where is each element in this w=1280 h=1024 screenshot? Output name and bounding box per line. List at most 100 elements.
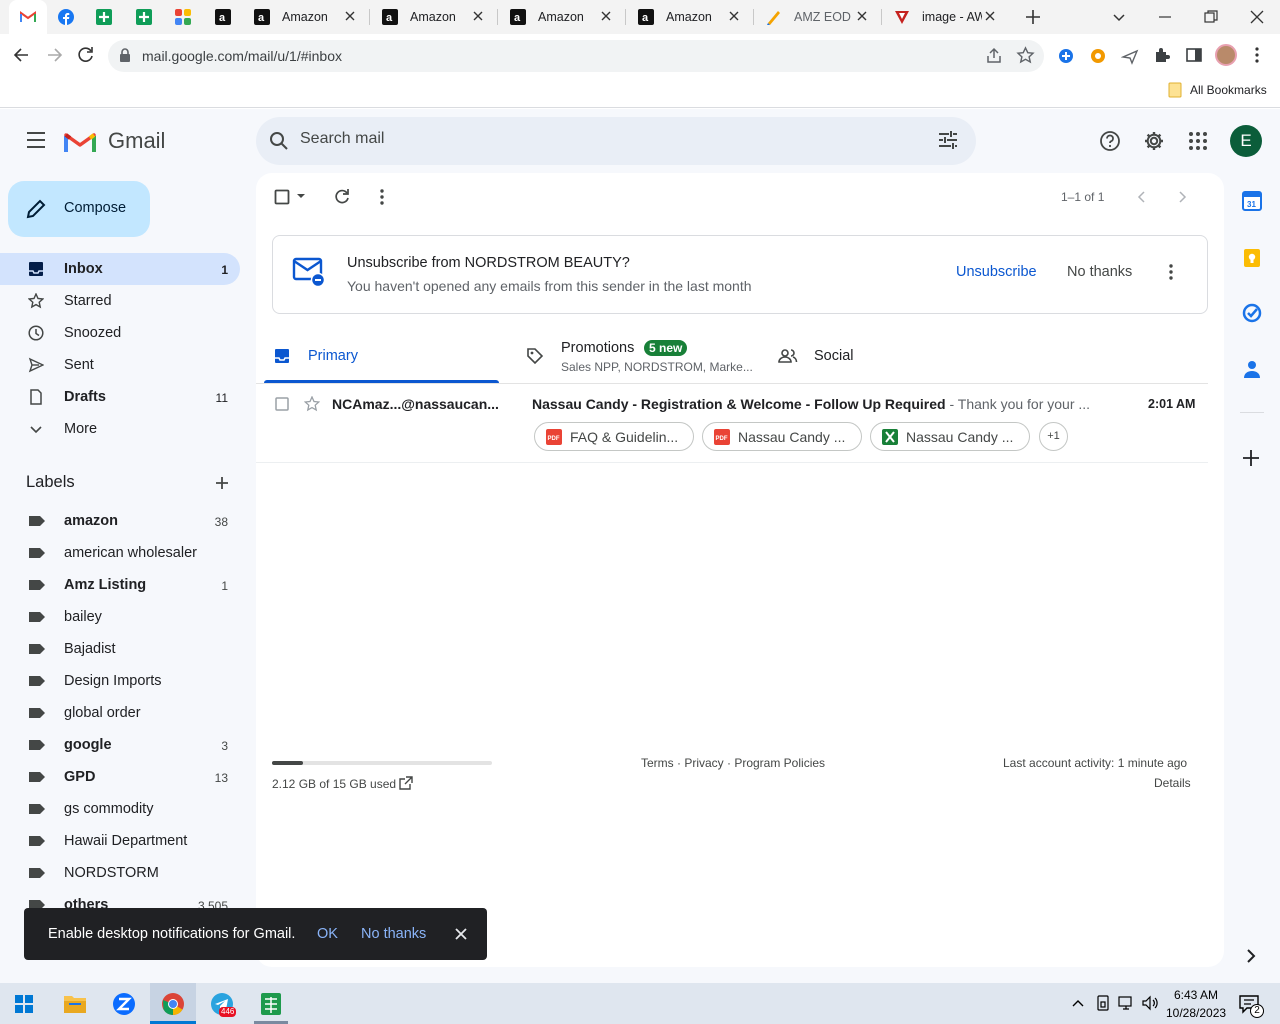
tab-primary[interactable]: Primary <box>264 332 499 384</box>
extension-blue-icon[interactable] <box>1057 47 1075 65</box>
newer-chevron-right-icon[interactable] <box>1176 190 1188 204</box>
older-chevron-left-icon[interactable] <box>1136 190 1148 204</box>
taskbar-date[interactable]: 10/28/2023 <box>1166 1006 1226 1020</box>
tab-amazon-pinned[interactable]: a <box>204 0 242 34</box>
tab-amazon-1[interactable]: a Amazon <box>242 0 370 34</box>
search-options-sliders-icon[interactable] <box>938 131 958 149</box>
url-text[interactable]: mail.google.com/mail/u/1/#inbox <box>142 48 342 64</box>
toast-no-thanks-button[interactable]: No thanks <box>361 926 426 942</box>
device-icon[interactable] <box>1095 995 1111 1011</box>
tab-amazon-2[interactable]: a Amazon <box>370 0 498 34</box>
gmail-wordmark[interactable]: Gmail <box>108 128 165 154</box>
nav-drafts[interactable]: Drafts 11 <box>0 381 240 413</box>
lock-icon[interactable] <box>119 48 131 62</box>
hamburger-menu-icon[interactable] <box>26 131 46 149</box>
extension-plane-icon[interactable] <box>1121 47 1139 65</box>
select-dropdown-caret-icon[interactable] <box>296 193 306 199</box>
close-tab-icon[interactable] <box>856 10 868 22</box>
toast-ok-button[interactable]: OK <box>317 926 338 942</box>
label-item[interactable]: google 3 <box>0 729 240 761</box>
label-item[interactable]: GPD 13 <box>0 761 240 793</box>
email-checkbox[interactable] <box>275 397 289 411</box>
label-item[interactable]: amazon 38 <box>0 505 240 537</box>
google-apps-grid-icon[interactable] <box>1188 131 1208 151</box>
tab-social[interactable]: Social <box>772 332 1012 384</box>
select-all-checkbox[interactable] <box>274 189 290 205</box>
tab-apps[interactable] <box>164 0 202 34</box>
nav-sent[interactable]: Sent <box>0 349 240 381</box>
toast-close-icon[interactable] <box>454 927 468 941</box>
calendar-icon[interactable]: 31 <box>1242 191 1262 211</box>
extension-orange-icon[interactable] <box>1089 47 1107 65</box>
tab-image-aws[interactable]: image - AW <box>882 0 1010 34</box>
show-side-panel-chevron-icon[interactable] <box>1244 948 1258 964</box>
tab-amazon-3[interactable]: a Amazon <box>498 0 626 34</box>
nav-inbox[interactable]: Inbox 1 <box>0 253 240 285</box>
gmail-logo-icon[interactable] <box>64 130 96 154</box>
search-icon[interactable] <box>269 131 289 151</box>
forward-arrow-icon[interactable] <box>44 45 64 65</box>
get-addons-plus-icon[interactable] <box>1242 449 1260 467</box>
show-hidden-icons-chevron-up-icon[interactable] <box>1071 997 1085 1009</box>
settings-gear-icon[interactable] <box>1143 130 1165 152</box>
close-window-icon[interactable] <box>1246 6 1268 28</box>
nav-more[interactable]: More <box>0 413 240 445</box>
tab-amazon-4[interactable]: a Amazon <box>626 0 754 34</box>
tab-search-chevron-icon[interactable] <box>1108 6 1130 28</box>
unsubscribe-button[interactable]: Unsubscribe <box>956 264 1037 280</box>
star-icon[interactable] <box>304 396 320 412</box>
tab-facebook[interactable] <box>47 0 85 34</box>
nav-starred[interactable]: Starred <box>0 285 240 317</box>
close-tab-icon[interactable] <box>600 10 612 22</box>
tab-sheets-2[interactable] <box>125 0 163 34</box>
extensions-puzzle-icon[interactable] <box>1153 46 1171 64</box>
tab-gmail[interactable] <box>9 0 47 34</box>
close-tab-icon[interactable] <box>344 10 356 22</box>
attachment-chip[interactable]: PDF Nassau Candy ... <box>702 422 862 451</box>
label-item[interactable]: american wholesaler <box>0 537 240 569</box>
tab-sheets-1[interactable] <box>85 0 123 34</box>
label-item[interactable]: bailey <box>0 601 240 633</box>
attachment-chip[interactable]: PDF FAQ & Guidelin... <box>534 422 694 451</box>
zoom-z-app-icon[interactable] <box>112 992 136 1016</box>
windows-start-icon[interactable] <box>15 995 33 1013</box>
minimize-icon[interactable] <box>1154 6 1176 28</box>
help-icon[interactable] <box>1099 130 1121 152</box>
spreadsheet-app-icon[interactable] <box>259 992 283 1016</box>
share-icon[interactable] <box>985 47 1003 65</box>
label-item[interactable]: Bajadist <box>0 633 240 665</box>
more-options-vertical-icon[interactable] <box>376 188 388 206</box>
file-explorer-icon[interactable] <box>63 993 87 1015</box>
label-item[interactable]: NORDSTORM <box>0 857 240 889</box>
account-avatar[interactable]: E <box>1230 125 1262 157</box>
tab-promotions[interactable]: Promotions 5 new Sales NPP, NORDSTROM, M… <box>518 332 763 384</box>
back-arrow-icon[interactable] <box>12 45 32 65</box>
banner-more-icon[interactable] <box>1165 263 1177 281</box>
close-tab-icon[interactable] <box>728 10 740 22</box>
side-panel-icon[interactable] <box>1185 46 1203 64</box>
search-input[interactable]: Search mail <box>300 130 384 148</box>
label-item[interactable]: Amz Listing 1 <box>0 569 240 601</box>
network-icon[interactable] <box>1118 995 1136 1011</box>
more-attachments-chip[interactable]: +1 <box>1039 422 1068 451</box>
nav-snoozed[interactable]: Snoozed <box>0 317 240 349</box>
profile-avatar[interactable] <box>1215 44 1237 66</box>
open-external-icon[interactable] <box>398 776 413 791</box>
label-item[interactable]: gs commodity <box>0 793 240 825</box>
details-link[interactable]: Details <box>1154 776 1191 790</box>
restore-window-icon[interactable] <box>1200 6 1222 28</box>
chrome-menu-icon[interactable] <box>1251 46 1263 64</box>
label-item[interactable]: global order <box>0 697 240 729</box>
no-thanks-button[interactable]: No thanks <box>1067 264 1132 280</box>
new-tab-plus-icon[interactable] <box>1022 6 1044 28</box>
contacts-icon[interactable] <box>1242 359 1262 379</box>
all-bookmarks-link[interactable]: All Bookmarks <box>1190 83 1267 97</box>
close-tab-icon[interactable] <box>472 10 484 22</box>
tab-amz-eod[interactable]: AMZ EOD F <box>754 0 882 34</box>
label-item[interactable]: Design Imports <box>0 665 240 697</box>
bookmark-star-icon[interactable] <box>1016 46 1035 65</box>
tasks-icon[interactable] <box>1242 303 1262 323</box>
volume-icon[interactable] <box>1141 995 1159 1011</box>
attachment-chip[interactable]: Nassau Candy ... <box>870 422 1030 451</box>
keep-icon[interactable] <box>1242 248 1262 268</box>
